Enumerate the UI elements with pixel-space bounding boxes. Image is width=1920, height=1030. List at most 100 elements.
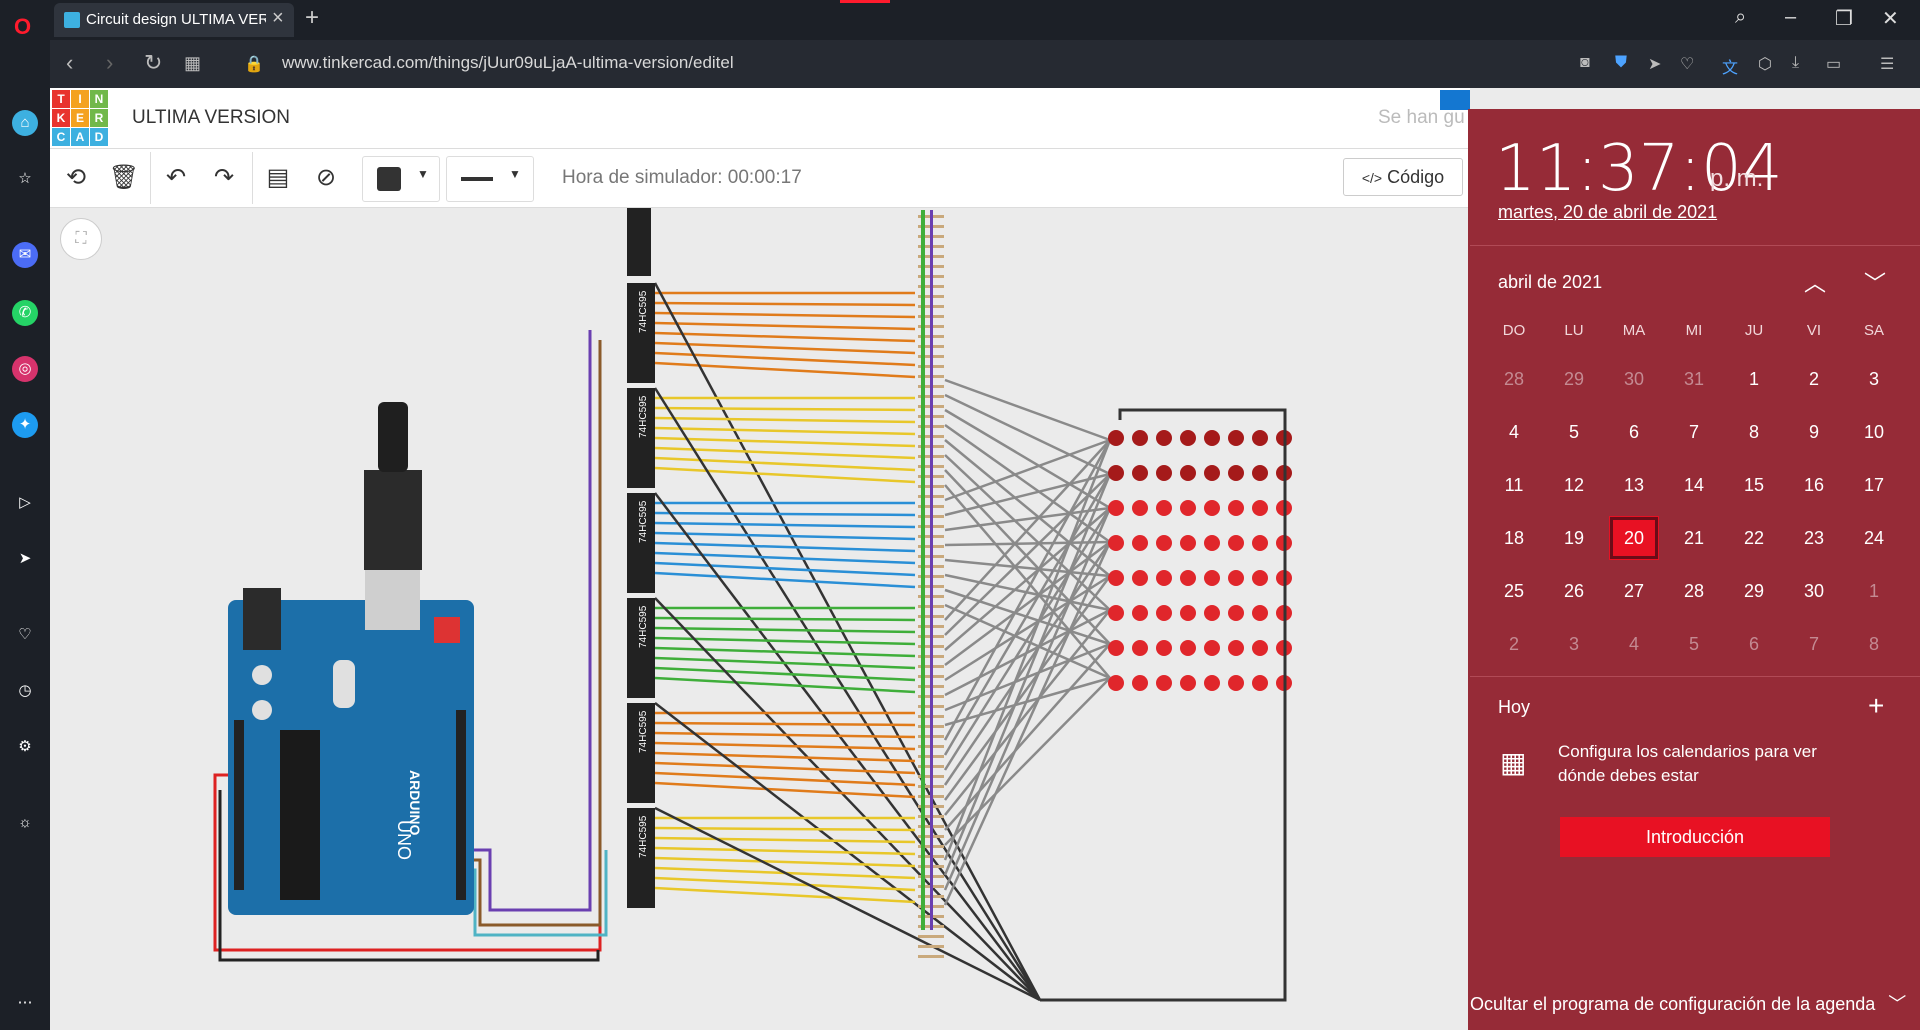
calendar-day[interactable]: 6 bbox=[1609, 410, 1659, 454]
calendar-day[interactable]: 8 bbox=[1849, 622, 1899, 666]
today-agenda-label: Hoy bbox=[1498, 697, 1531, 717]
arduino-model: UNO bbox=[394, 820, 414, 860]
signal-wire bbox=[654, 771, 916, 787]
calendar-day[interactable]: 28 bbox=[1489, 357, 1539, 401]
led bbox=[1204, 675, 1220, 691]
led bbox=[1132, 430, 1148, 446]
usb-port bbox=[365, 565, 420, 630]
calendar-day[interactable]: 25 bbox=[1489, 569, 1539, 613]
calendar-day[interactable]: 28 bbox=[1669, 569, 1719, 613]
signal-wire bbox=[654, 406, 916, 412]
calendar-day[interactable]: 1 bbox=[1729, 357, 1779, 401]
calendar-day[interactable]: 20 bbox=[1609, 516, 1659, 560]
calendar-day[interactable]: 24 bbox=[1849, 516, 1899, 560]
usb-plug bbox=[378, 402, 408, 472]
weekday-header: LU bbox=[1564, 322, 1584, 339]
calendar-day[interactable]: 4 bbox=[1609, 622, 1659, 666]
next-month-icon[interactable]: ﹀ bbox=[1864, 266, 1886, 298]
led bbox=[1108, 605, 1124, 621]
calendar-day[interactable]: 15 bbox=[1729, 463, 1779, 507]
resistor-bank bbox=[918, 210, 944, 958]
signal-wire bbox=[654, 331, 916, 343]
calendar-day[interactable]: 9 bbox=[1789, 410, 1839, 454]
favorite-icon[interactable]: ♡ bbox=[1680, 54, 1694, 74]
signal-wire bbox=[654, 751, 916, 763]
calendar-day[interactable]: 10 bbox=[1849, 410, 1899, 454]
prev-month-icon[interactable]: ︿ bbox=[1804, 266, 1826, 298]
intro-button[interactable]: Introducción bbox=[1560, 817, 1830, 857]
download-icon[interactable]: ⤓ bbox=[1792, 54, 1799, 72]
divider bbox=[1470, 676, 1920, 677]
calendar-day[interactable]: 5 bbox=[1669, 622, 1719, 666]
calendar-day[interactable]: 14 bbox=[1669, 463, 1719, 507]
translate-icon[interactable]: 文 bbox=[1722, 54, 1738, 78]
calendar-day[interactable]: 1 bbox=[1849, 569, 1899, 613]
led bbox=[1252, 535, 1268, 551]
led bbox=[1180, 465, 1196, 481]
led bbox=[1108, 675, 1124, 691]
easy-setup-icon[interactable]: ☰ bbox=[1880, 54, 1894, 74]
calendar-day[interactable]: 29 bbox=[1549, 357, 1599, 401]
calendar-day[interactable]: 8 bbox=[1729, 410, 1779, 454]
battery-icon[interactable]: ▭ bbox=[1826, 54, 1841, 74]
calendar-day[interactable]: 3 bbox=[1849, 357, 1899, 401]
month-label[interactable]: abril de 2021 bbox=[1498, 272, 1602, 293]
search-icon[interactable]: ⌕ bbox=[1735, 6, 1746, 29]
calendar-day[interactable]: 6 bbox=[1729, 622, 1779, 666]
led-wire bbox=[944, 393, 1111, 476]
calendar-day[interactable]: 31 bbox=[1669, 357, 1719, 401]
power-header bbox=[234, 720, 244, 890]
minimize-icon[interactable]: – bbox=[1785, 6, 1796, 29]
calendar-day[interactable]: 16 bbox=[1789, 463, 1839, 507]
chevron-down-icon: ﹀ bbox=[1888, 994, 1907, 1014]
hide-agenda-link[interactable]: Ocultar el programa de configuración de … bbox=[1470, 990, 1920, 1016]
calendar-day[interactable]: 11 bbox=[1489, 463, 1539, 507]
led-wire bbox=[944, 506, 1111, 532]
weekday-header: SA bbox=[1863, 322, 1884, 339]
calendar-day[interactable]: 30 bbox=[1789, 569, 1839, 613]
calendar-day[interactable]: 23 bbox=[1789, 516, 1839, 560]
led bbox=[1252, 465, 1268, 481]
calendar-day[interactable]: 5 bbox=[1549, 410, 1599, 454]
clock-date-link[interactable]: martes, 20 de abril de 2021 bbox=[1498, 202, 1717, 223]
led bbox=[1180, 535, 1196, 551]
calendar-day[interactable]: 26 bbox=[1549, 569, 1599, 613]
calendar-day[interactable]: 22 bbox=[1729, 516, 1779, 560]
crystal bbox=[333, 660, 355, 708]
calendar-day[interactable]: 18 bbox=[1489, 516, 1539, 560]
calendar-day[interactable]: 13 bbox=[1609, 463, 1659, 507]
led bbox=[1132, 500, 1148, 516]
led bbox=[1180, 640, 1196, 656]
close-window-icon[interactable]: ✕ bbox=[1882, 6, 1899, 31]
calendar-day[interactable]: 2 bbox=[1789, 357, 1839, 401]
resistor-band bbox=[921, 210, 925, 930]
calendar-day[interactable]: 17 bbox=[1849, 463, 1899, 507]
calendar-day[interactable]: 2 bbox=[1489, 622, 1539, 666]
extension-icon[interactable]: ⬡ bbox=[1758, 54, 1772, 74]
circuit-diagram[interactable]: ARDUINO UNO 74HC59574HC59574HC59574HC595… bbox=[0, 0, 1470, 1030]
calendar-day[interactable]: 27 bbox=[1609, 569, 1659, 613]
shift-registers: 74HC595 74HC595 74HC595 74HC595 74HC595 74HC5… bbox=[627, 208, 655, 908]
add-event-icon[interactable]: + bbox=[1868, 690, 1884, 722]
restore-icon[interactable]: ❐ bbox=[1835, 6, 1853, 31]
divider bbox=[1470, 245, 1920, 246]
camera-icon[interactable]: ◙ bbox=[1580, 54, 1590, 72]
led bbox=[1132, 640, 1148, 656]
signal-wire bbox=[654, 426, 916, 436]
signal-wire bbox=[654, 856, 916, 868]
share-icon[interactable]: ➤ bbox=[1648, 54, 1661, 74]
calendar-day[interactable]: 29 bbox=[1729, 569, 1779, 613]
calendar-day[interactable]: 7 bbox=[1789, 622, 1839, 666]
calendar-day[interactable]: 30 bbox=[1609, 357, 1659, 401]
calendar-day[interactable]: 21 bbox=[1669, 516, 1719, 560]
led bbox=[1132, 570, 1148, 586]
vpn-shield-icon[interactable]: ⛊ bbox=[1615, 54, 1627, 72]
led bbox=[1180, 430, 1196, 446]
led bbox=[1108, 640, 1124, 656]
calendar-day[interactable]: 12 bbox=[1549, 463, 1599, 507]
calendar-day[interactable]: 4 bbox=[1489, 410, 1539, 454]
calendar-day[interactable]: 7 bbox=[1669, 410, 1719, 454]
calendar-day[interactable]: 19 bbox=[1549, 516, 1599, 560]
led bbox=[1132, 675, 1148, 691]
calendar-day[interactable]: 3 bbox=[1549, 622, 1599, 666]
